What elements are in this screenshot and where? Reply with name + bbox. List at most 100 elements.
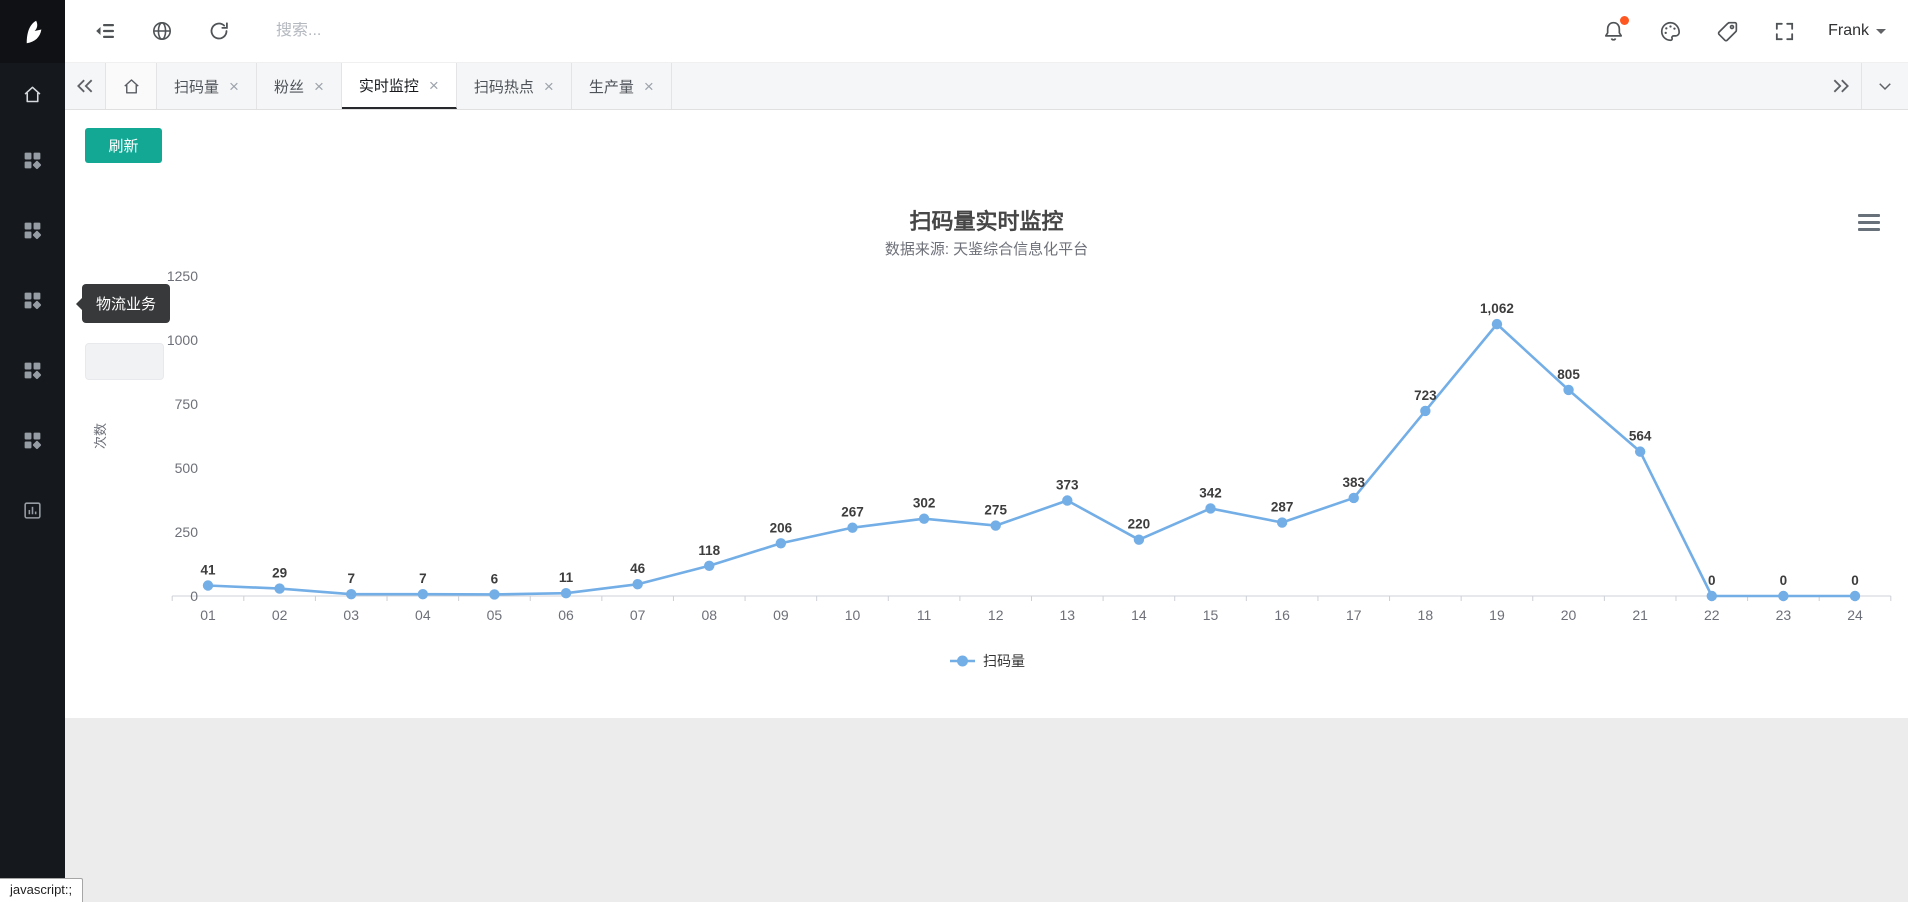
data-point-marker[interactable] <box>1492 319 1502 329</box>
data-point-marker[interactable] <box>919 513 929 523</box>
sidebar-item-home[interactable] <box>0 63 65 125</box>
data-point-marker[interactable] <box>274 583 284 593</box>
sidebar-item-menu-5[interactable] <box>0 405 65 475</box>
fullscreen-icon[interactable] <box>1771 18 1798 45</box>
series-line: 4129776114611820626730227537322034228738… <box>200 301 1860 601</box>
sidebar-item-menu-2[interactable] <box>0 195 65 265</box>
legend-item[interactable]: 扫码量 <box>950 653 1025 669</box>
data-point-label: 1,062 <box>1480 301 1514 316</box>
data-point-marker[interactable] <box>704 561 714 571</box>
tab-close-icon[interactable]: × <box>544 78 554 95</box>
x-tick-label: 24 <box>1847 607 1863 623</box>
refresh-icon[interactable] <box>205 18 232 45</box>
data-point-label: 7 <box>419 571 427 586</box>
caret-down-icon <box>1876 29 1886 39</box>
y-axis-title: 次数 <box>93 423 108 449</box>
data-point-marker[interactable] <box>561 588 571 598</box>
data-point-marker[interactable] <box>1349 493 1359 503</box>
tab-close-icon[interactable]: × <box>314 78 324 95</box>
x-tick-label: 05 <box>487 607 503 623</box>
data-point-label: 373 <box>1056 478 1079 493</box>
data-point-marker[interactable] <box>489 589 499 599</box>
sidebar-item-report[interactable] <box>0 475 65 545</box>
tab-item[interactable]: 粉丝× <box>257 63 342 109</box>
tab-list: 扫码量×粉丝×实时监控×扫码热点×生产量× <box>157 63 672 109</box>
y-tick-label: 1000 <box>167 332 198 348</box>
data-point-label: 342 <box>1199 485 1222 500</box>
user-menu[interactable]: Frank <box>1828 22 1886 40</box>
tab-label: 扫码热点 <box>474 76 534 97</box>
tags-view-bar: 扫码量×粉丝×实时监控×扫码热点×生产量× <box>65 63 1908 110</box>
y-tick-label: 750 <box>175 396 199 412</box>
data-point-marker[interactable] <box>346 589 356 599</box>
x-tick-label: 04 <box>415 607 431 623</box>
x-tick-label: 01 <box>200 607 216 623</box>
data-point-marker[interactable] <box>1420 406 1430 416</box>
data-point-label: 267 <box>841 505 864 520</box>
tab-close-icon[interactable]: × <box>644 78 654 95</box>
tab-options-button[interactable] <box>1861 63 1908 109</box>
data-point-marker[interactable] <box>847 522 857 532</box>
data-point-marker[interactable] <box>1707 591 1717 601</box>
sidebar-item-menu-1[interactable] <box>0 125 65 195</box>
tab-item[interactable]: 实时监控 × <box>342 63 457 109</box>
data-point-label: 41 <box>200 563 216 578</box>
data-point-marker[interactable] <box>1134 534 1144 544</box>
search-input[interactable] <box>276 22 516 40</box>
double-chevron-left-icon <box>75 76 95 96</box>
sidebar-menu <box>0 63 65 545</box>
globe-icon[interactable] <box>148 18 175 45</box>
data-point-marker[interactable] <box>1563 385 1573 395</box>
tab-close-icon[interactable]: × <box>429 77 439 94</box>
x-tick-label: 07 <box>630 607 646 623</box>
tab-item[interactable]: 扫码热点 × <box>457 63 572 109</box>
data-point-label: 302 <box>913 496 936 511</box>
data-point-marker[interactable] <box>632 579 642 589</box>
data-point-marker[interactable] <box>776 538 786 548</box>
data-point-marker[interactable] <box>1778 591 1788 601</box>
data-point-marker[interactable] <box>990 520 1000 530</box>
data-point-label: 220 <box>1128 517 1151 532</box>
data-point-label: 6 <box>491 571 499 586</box>
legend-label: 扫码量 <box>983 653 1025 669</box>
menu-fold-icon[interactable] <box>91 18 118 45</box>
data-point-marker[interactable] <box>203 580 213 590</box>
refresh-button[interactable]: 刷新 <box>85 128 162 163</box>
double-chevron-right-icon <box>1831 76 1851 96</box>
palette-icon[interactable] <box>1657 18 1684 45</box>
x-tick-label: 10 <box>845 607 861 623</box>
data-point-label: 206 <box>770 520 793 535</box>
data-point-marker[interactable] <box>418 589 428 599</box>
x-tick-label: 14 <box>1131 607 1147 623</box>
tab-item[interactable]: 生产量× <box>572 63 672 109</box>
app-logo[interactable] <box>0 0 65 63</box>
data-point-marker[interactable] <box>1205 503 1215 513</box>
chart-toolbox-menu-icon[interactable] <box>1858 214 1880 231</box>
menu-grid-icon <box>22 360 43 381</box>
tab-item[interactable]: 扫码量× <box>157 63 257 109</box>
tab-label: 实时监控 <box>359 75 419 96</box>
x-tick-label: 09 <box>773 607 789 623</box>
data-point-label: 46 <box>630 561 646 576</box>
x-tick-label: 18 <box>1418 607 1434 623</box>
tab-close-icon[interactable]: × <box>229 78 239 95</box>
chart-title: 扫码量实时监控 <box>65 204 1908 236</box>
tag-icon[interactable] <box>1714 18 1741 45</box>
scroll-tabs-left-button[interactable] <box>65 63 105 109</box>
data-point-label: 118 <box>698 543 720 558</box>
scroll-tabs-right-button[interactable] <box>1821 63 1861 109</box>
data-point-marker[interactable] <box>1062 495 1072 505</box>
data-point-label: 275 <box>984 503 1007 518</box>
sidebar-item-menu-4[interactable] <box>0 335 65 405</box>
status-bar-link-preview: javascript:; <box>0 878 83 902</box>
data-point-marker[interactable] <box>1277 517 1287 527</box>
x-tick-label: 08 <box>701 607 717 623</box>
bell-icon[interactable] <box>1600 18 1627 45</box>
tab-home[interactable] <box>105 63 157 109</box>
report-chart-icon <box>22 500 43 521</box>
data-point-label: 11 <box>559 570 574 585</box>
data-point-marker[interactable] <box>1850 591 1860 601</box>
sidebar-item-logistics[interactable] <box>0 265 65 335</box>
data-point-marker[interactable] <box>1635 446 1645 456</box>
user-name: Frank <box>1828 22 1869 40</box>
